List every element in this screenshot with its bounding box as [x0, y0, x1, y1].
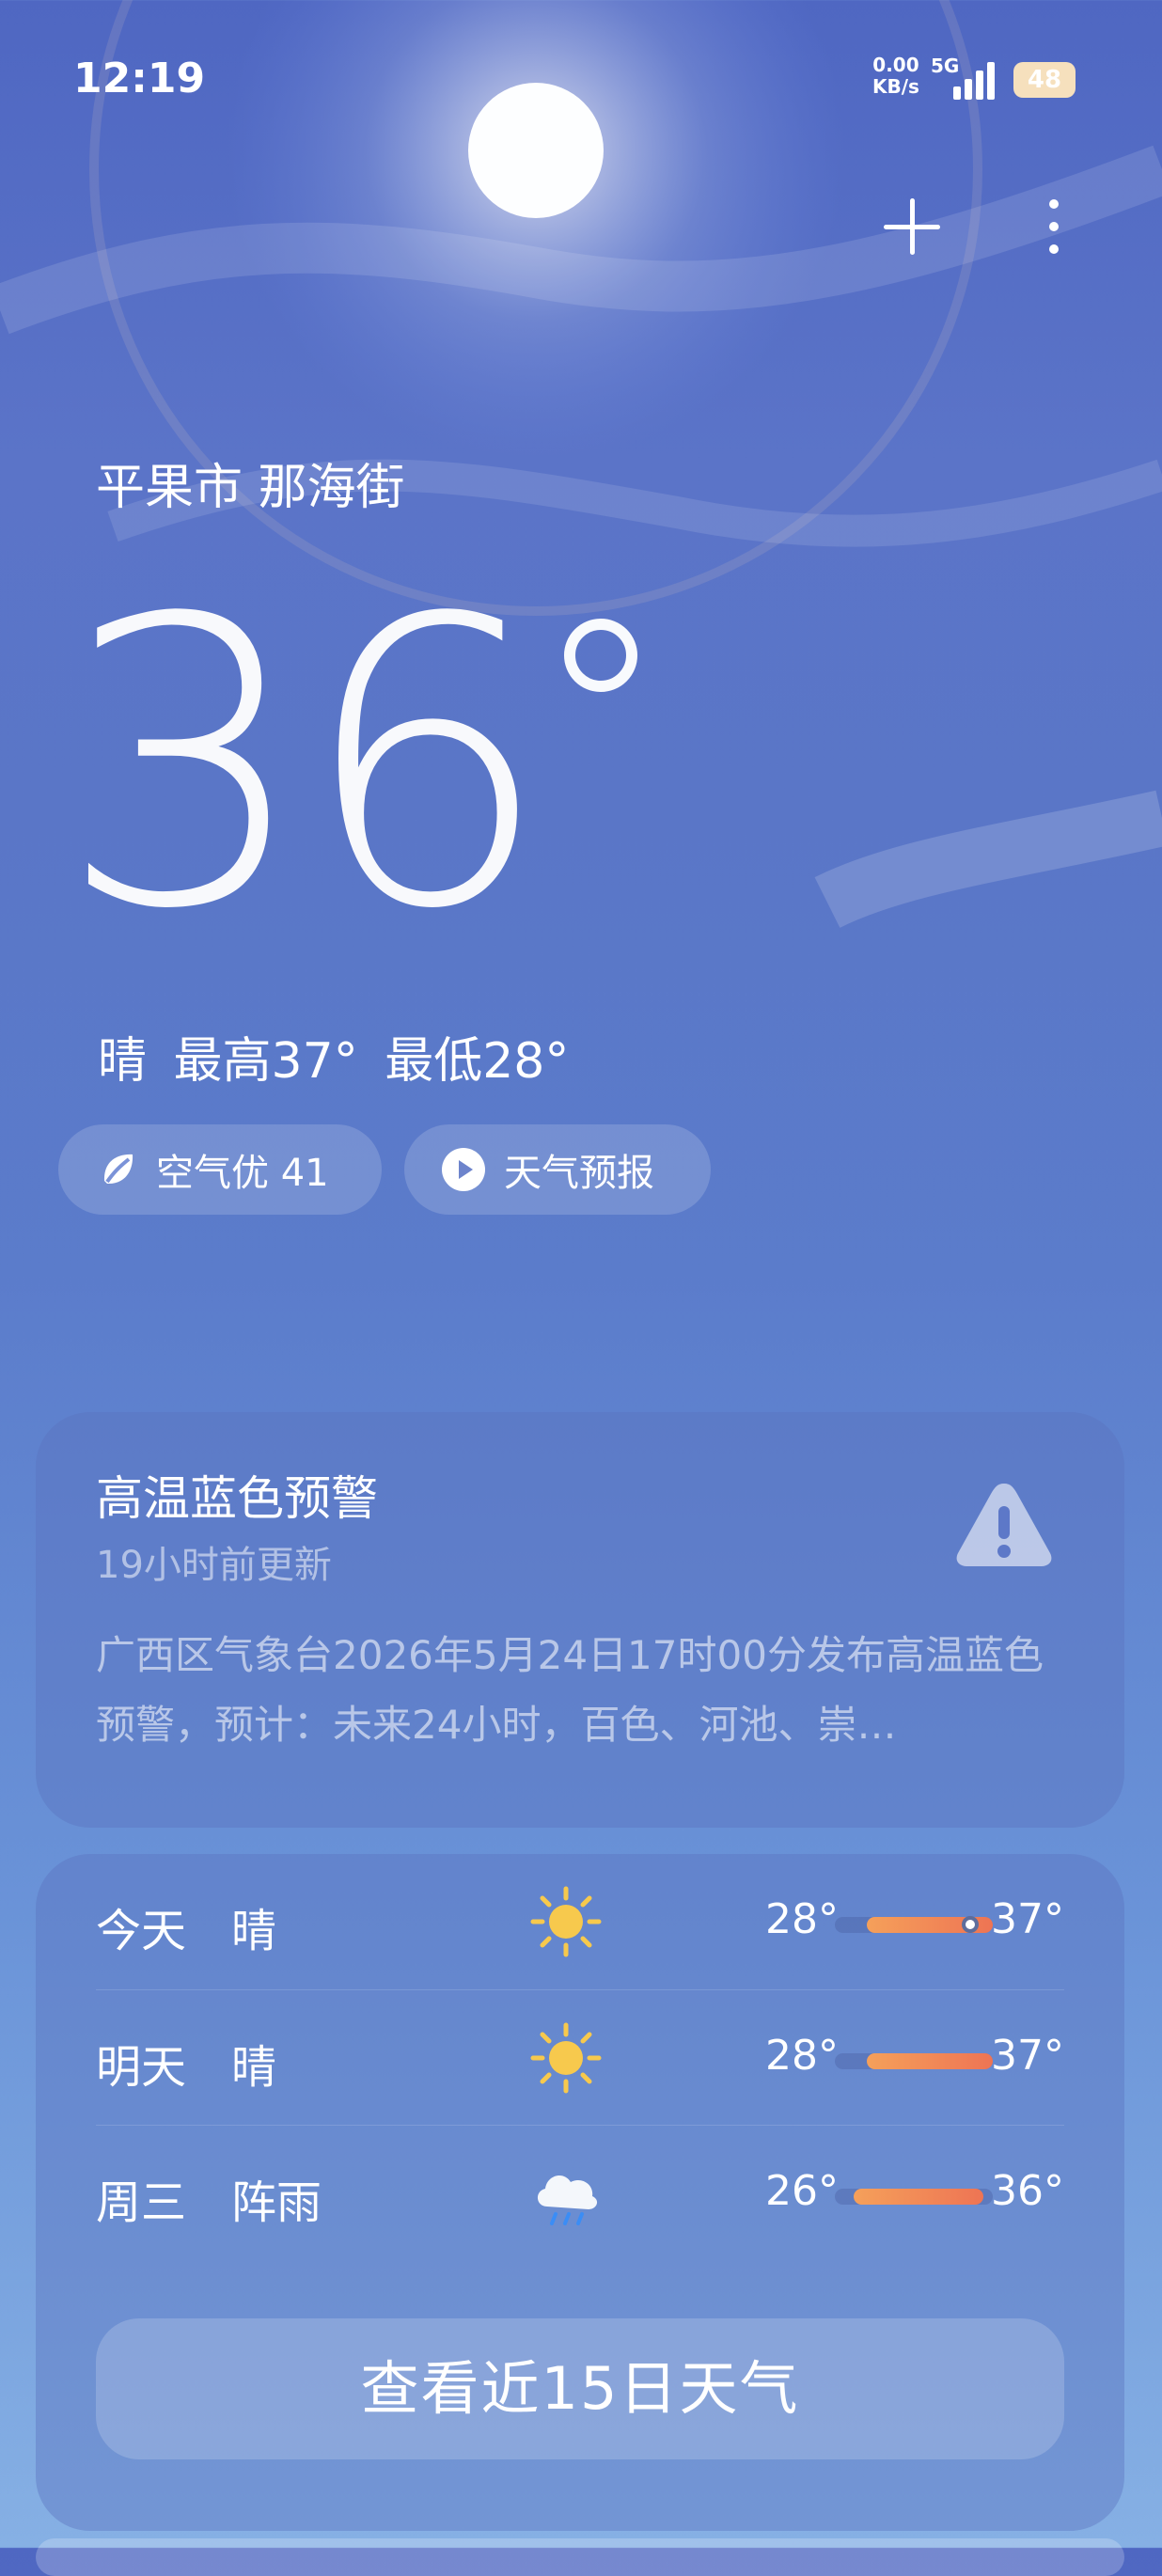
- signal-strength-icon: [951, 58, 997, 100]
- forecast-day: 周三: [96, 2176, 187, 2229]
- leaf-icon: [103, 1154, 133, 1185]
- rain-cloud-icon: [537, 2175, 598, 2225]
- forecast-high: 37°: [991, 2032, 1064, 2080]
- sun-icon: [530, 2022, 602, 2094]
- battery-level: 48: [1013, 62, 1076, 98]
- forecast-condition: 阵雨: [231, 2176, 322, 2229]
- forecast-condition: 晴: [231, 1905, 277, 1957]
- next-card-edge: [36, 2538, 1124, 2576]
- daily-forecast-card: 今天 晴 28° 37° 明天 晴 28° 37° 周三 阵雨 26° 36° …: [36, 1854, 1124, 2531]
- warning-description: 广西区气象台2026年5月24日17时00分发布高温蓝色预警，预计：未来24小时…: [96, 1632, 1044, 1748]
- warning-updated: 19小时前更新: [96, 1544, 332, 1587]
- forecast-high: 37°: [991, 1895, 1064, 1943]
- degree-symbol: [564, 619, 637, 692]
- weather-summary: 晴 最高37° 最低28°: [98, 1033, 570, 1090]
- temperature-range-bar: [835, 2189, 993, 2205]
- temperature-range-fill: [854, 2189, 983, 2205]
- play-icon: [442, 1148, 485, 1191]
- weather-forecast-chip[interactable]: 天气预报: [404, 1124, 711, 1215]
- temperature-range-bar: [835, 1916, 993, 1933]
- forecast-row-tomorrow[interactable]: 明天 晴 28° 37°: [96, 1989, 1064, 2126]
- current-location: 平果市 那海街: [96, 460, 405, 516]
- forecast-low: 26°: [765, 2167, 839, 2215]
- forecast-low: 28°: [765, 2032, 839, 2080]
- add-city-icon[interactable]: [878, 193, 946, 260]
- more-options-icon[interactable]: [1038, 196, 1070, 258]
- sun-icon: [530, 1886, 602, 1957]
- temperature-range-fill: [866, 2053, 993, 2069]
- network-speed: 0.00 KB/s: [872, 54, 919, 98]
- warning-icon: [956, 1484, 1052, 1566]
- forecast-day: 明天: [96, 2041, 187, 2094]
- forecast-low: 28°: [765, 1895, 839, 1943]
- forecast-row-wednesday[interactable]: 周三 阵雨 26° 36°: [96, 2125, 1064, 2261]
- temperature-range-bar: [835, 2053, 993, 2069]
- current-temperature: 36: [58, 536, 551, 996]
- view-15-day-weather-button[interactable]: 查看近15日天气: [96, 2318, 1064, 2459]
- forecast-condition: 晴: [231, 2041, 277, 2094]
- heat-warning-card[interactable]: 高温蓝色预警 19小时前更新 广西区气象台2026年5月24日17时00分发布高…: [36, 1412, 1124, 1828]
- forecast-day: 今天: [96, 1905, 187, 1957]
- forecast-high: 36°: [991, 2167, 1064, 2215]
- status-bar: 12:19 0.00 KB/s 5G 48: [0, 0, 1162, 160]
- forecast-row-today[interactable]: 今天 晴 28° 37°: [96, 1854, 1064, 1989]
- air-quality-chip[interactable]: 空气优 41: [58, 1124, 382, 1215]
- warning-title: 高温蓝色预警: [96, 1471, 378, 1526]
- status-time: 12:19: [73, 55, 206, 102]
